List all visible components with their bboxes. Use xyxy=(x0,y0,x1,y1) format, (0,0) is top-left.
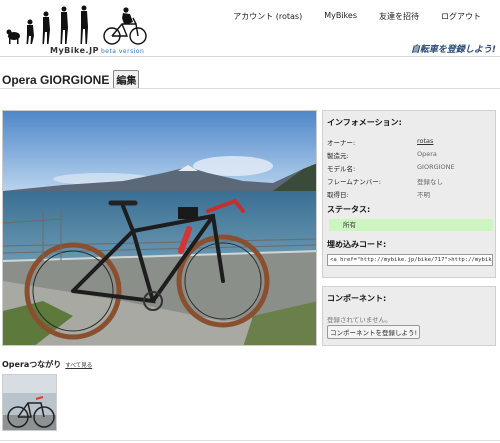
add-component-button[interactable]: コンポーネントを登録しよう! xyxy=(327,325,421,339)
nav-invite-link[interactable]: 友達を招待 xyxy=(368,11,430,22)
site-logo[interactable]: MyBike.JP beta version xyxy=(2,2,152,55)
see-all-link[interactable]: すべて見る xyxy=(65,361,92,369)
info-row-acquired: 取得日: 不明 xyxy=(327,189,493,199)
footer-divider xyxy=(0,440,500,441)
edit-button[interactable]: 編集 xyxy=(113,70,140,89)
register-bike-tagline[interactable]: 自転車を登録しよう! xyxy=(411,42,496,55)
info-row-model: モデル名: GIORGIONE xyxy=(327,163,493,173)
acquired-label: 取得日: xyxy=(327,191,349,199)
header-divider xyxy=(0,56,500,57)
components-heading: コンポーネント: xyxy=(327,294,387,303)
status-heading: ステータス: xyxy=(327,205,371,214)
beta-badge: beta version xyxy=(100,48,145,55)
evolution-logo-icon xyxy=(6,5,147,45)
page-title: Opera GIORGIONE xyxy=(2,72,110,87)
info-row-maker: 製造元: Opera xyxy=(327,150,493,160)
info-row-owner: オーナー: rotas xyxy=(327,137,493,147)
info-panel: インフォメーション: オーナー: rotas 製造元: Opera モデル名: … xyxy=(322,110,496,278)
nav-mybikes-link[interactable]: MyBikes xyxy=(313,11,368,22)
brand-name: MyBike.JP beta version xyxy=(50,46,145,55)
owner-link[interactable]: rotas xyxy=(417,137,433,147)
info-heading: インフォメーション: xyxy=(327,118,402,127)
title-divider xyxy=(0,88,500,89)
embed-code-field[interactable]: <a href="http://mybike.jp/bike/717">http… xyxy=(327,254,493,266)
related-bike-thumbnail[interactable] xyxy=(2,374,57,431)
acquired-value: 不明 xyxy=(417,191,430,199)
embed-heading: 埋め込みコード: xyxy=(327,240,387,249)
info-row-frame: フレームナンバー: 登録なし xyxy=(327,176,493,186)
owner-label: オーナー: xyxy=(327,139,356,147)
bike-photo xyxy=(2,110,317,346)
related-bikes-header: Operaつながり すべて見る xyxy=(2,359,92,370)
model-value: GIORGIONE xyxy=(417,163,455,171)
related-bike-thumbnail-image xyxy=(3,375,56,430)
nav-logout-link[interactable]: ログアウト xyxy=(430,11,492,22)
nav-account-link[interactable]: アカウント (rotas) xyxy=(222,11,313,22)
bike-title-row: Opera GIORGIONE 編集 xyxy=(2,70,140,89)
site-header: MyBike.JP beta version アカウント (rotas) MyBi… xyxy=(0,0,500,56)
frame-label: フレームナンバー: xyxy=(327,178,381,186)
components-empty-text: 登録されていません。 xyxy=(327,316,392,324)
maker-value: Opera xyxy=(417,150,437,158)
status-badge: 所有 xyxy=(329,219,493,231)
related-title: Operaつながり xyxy=(2,360,62,369)
bike-photo-image xyxy=(3,111,316,345)
components-panel: コンポーネント: 登録されていません。 コンポーネントを登録しよう! xyxy=(322,286,496,346)
top-navigation: アカウント (rotas) MyBikes 友達を招待 ログアウト xyxy=(222,11,492,22)
frame-value: 登録なし xyxy=(417,178,443,186)
maker-label: 製造元: xyxy=(327,152,349,160)
model-label: モデル名: xyxy=(327,165,356,173)
